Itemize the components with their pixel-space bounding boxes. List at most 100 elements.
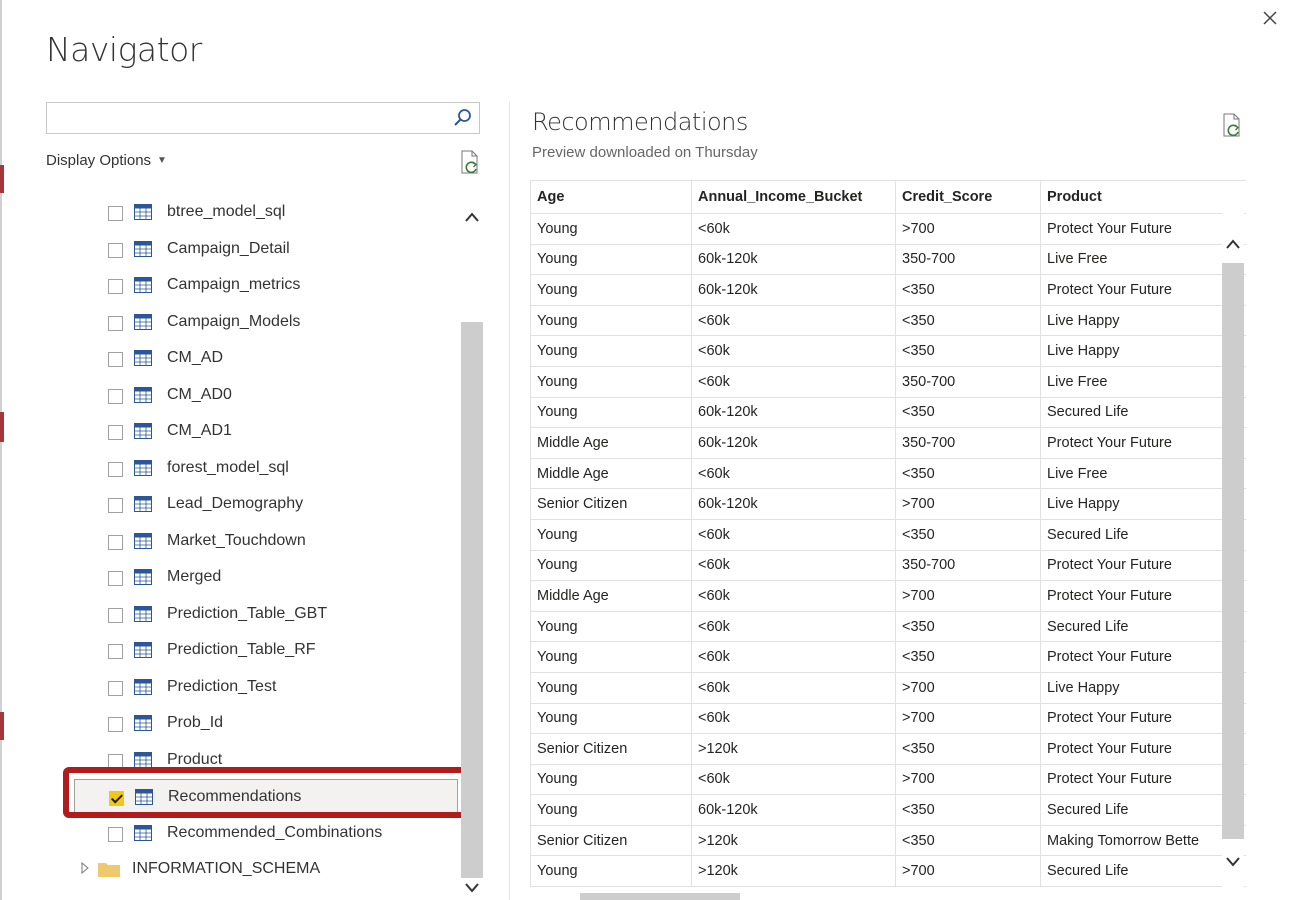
tree-item-label: Prediction_Table_GBT (167, 604, 328, 622)
horizontal-scrollbar-thumb[interactable] (580, 893, 740, 900)
preview-horizontal-scrollbar[interactable] (530, 893, 1220, 900)
column-header-age[interactable]: Age (530, 180, 692, 214)
cell-credit-score: <350 (895, 396, 1041, 429)
tree-item[interactable]: CM_AD1 (60, 414, 458, 450)
preview-scrollbar[interactable] (1222, 213, 1244, 900)
tree-item-label: Recommended_Combinations (167, 823, 383, 841)
tree-item[interactable]: Merged (60, 560, 458, 596)
tree-item[interactable]: Prediction_Test (60, 670, 458, 706)
tree-item-checkbox[interactable] (108, 534, 123, 550)
tree-item-label: forest_model_sql (167, 458, 289, 476)
column-header-product[interactable]: Product (1040, 180, 1246, 214)
pane-divider (509, 102, 510, 900)
cell-credit-score: <350 (895, 824, 1041, 857)
cell-income: >120k (691, 824, 896, 857)
table-row: Young <60k 350-700 Live Free (530, 365, 1246, 398)
tree-item-checkbox[interactable] (108, 680, 123, 696)
tree-item[interactable]: Campaign_metrics (60, 268, 458, 304)
tree-scrollbar[interactable] (461, 202, 483, 900)
tree-item[interactable]: Lead_Demography (60, 487, 458, 523)
cell-credit-score: <350 (895, 518, 1041, 551)
tree-item[interactable]: Prob_Id (60, 706, 458, 742)
tree-item-checkbox[interactable] (108, 498, 123, 513)
table-row: Young 60k-120k <350 Secured Life (530, 794, 1246, 826)
table-row: Young <60k <350 Secured Life (530, 610, 1246, 643)
cell-income: <60k (691, 365, 896, 398)
tree-item-checkbox[interactable] (108, 242, 123, 258)
table-icon (134, 313, 152, 330)
display-options-dropdown[interactable]: Display Options ▼ (46, 152, 167, 169)
tree-item-checkbox[interactable] (108, 352, 123, 367)
cell-credit-score: <350 (895, 610, 1041, 643)
cell-income: 60k-120k (691, 427, 896, 459)
tree-item[interactable]: Market_Touchdown (60, 524, 458, 560)
cell-age: Middle Age (530, 580, 692, 612)
tree-item[interactable]: Recommended_Combinations (60, 816, 458, 852)
tree-item-checkbox[interactable] (108, 826, 123, 842)
cell-income: >120k (691, 855, 896, 888)
table-icon (134, 459, 152, 476)
tree-item[interactable]: Campaign_Detail (60, 232, 458, 268)
cell-product: Protect Your Future (1040, 763, 1246, 796)
cell-age: Young (530, 396, 692, 429)
scroll-up-icon[interactable] (1222, 235, 1244, 253)
refresh-icon[interactable] (458, 149, 482, 175)
tree-item-checkbox[interactable] (108, 607, 123, 623)
cell-credit-score: <350 (895, 457, 1041, 490)
table-row: Senior Citizen 60k-120k >700 Live Happy (530, 488, 1246, 520)
table-row: Young 60k-120k 350-700 Live Free (530, 243, 1246, 276)
cell-income: <60k (691, 457, 896, 490)
tree-item-checkbox[interactable] (108, 571, 123, 586)
cell-age: Young (530, 274, 692, 306)
tree-item-label: Product (167, 750, 223, 768)
tree-item[interactable]: btree_model_sql (60, 195, 458, 231)
scroll-down-icon[interactable] (461, 879, 483, 897)
tree-item-checkbox[interactable] (108, 315, 123, 331)
tree-item-label: CM_AD1 (167, 422, 232, 439)
tree-item-checkbox[interactable] (108, 279, 123, 294)
table-icon (134, 751, 152, 768)
tree-item[interactable]: Prediction_Table_GBT (60, 597, 458, 633)
tree-item-label: Merged (167, 568, 222, 585)
expand-arrow-icon[interactable] (81, 862, 89, 874)
column-header-credit-score[interactable]: Credit_Score (895, 180, 1041, 214)
close-button[interactable] (1258, 6, 1282, 30)
cell-age: Young (530, 610, 692, 643)
tree-item-checkbox[interactable] (108, 644, 123, 659)
scroll-up-icon[interactable] (461, 208, 483, 226)
cell-credit-score: >700 (895, 213, 1041, 245)
preview-title: Recommendations (532, 108, 748, 136)
tree-item-checkbox[interactable] (108, 461, 123, 477)
tree-item-checkbox[interactable] (108, 717, 123, 732)
search-box[interactable] (46, 102, 480, 134)
scroll-down-icon[interactable] (1222, 853, 1244, 871)
search-icon[interactable] (453, 108, 473, 128)
tree-item[interactable]: Prediction_Table_RF (60, 633, 458, 669)
cell-income: <60k (691, 580, 896, 612)
cell-age: Young (530, 335, 692, 367)
column-header-income[interactable]: Annual_Income_Bucket (691, 180, 896, 214)
tree-item-label: Market_Touchdown (167, 531, 306, 549)
table-row: Young <60k <350 Live Happy (530, 304, 1246, 337)
cell-age: Young (530, 549, 692, 582)
tree-item-checkbox[interactable] (108, 425, 123, 440)
tree-item[interactable]: CM_AD (60, 341, 458, 377)
tree-item[interactable]: forest_model_sql (60, 451, 458, 487)
tree-folder-information-schema[interactable]: INFORMATION_SCHEMA (60, 852, 458, 888)
tree-item-label: Campaign_Detail (167, 239, 290, 257)
cell-product: Protect Your Future (1040, 274, 1246, 306)
refresh-preview-icon[interactable] (1220, 112, 1244, 138)
preview-scrollbar-thumb[interactable] (1222, 263, 1244, 839)
cell-income: <60k (691, 641, 896, 673)
tree-item[interactable]: Campaign_Models (60, 305, 458, 341)
search-input[interactable] (47, 103, 447, 133)
tree-item[interactable]: CM_AD0 (60, 378, 458, 414)
cell-income: <60k (691, 671, 896, 704)
cell-age: Young (530, 702, 692, 735)
window-edge-mark (0, 165, 4, 193)
table-row: Young 60k-120k <350 Protect Your Future (530, 274, 1246, 306)
tree-item-checkbox[interactable] (108, 206, 123, 221)
tree-item-checkbox[interactable] (108, 388, 123, 404)
cell-product: Protect Your Future (1040, 641, 1246, 673)
tree-scrollbar-thumb[interactable] (461, 322, 483, 878)
